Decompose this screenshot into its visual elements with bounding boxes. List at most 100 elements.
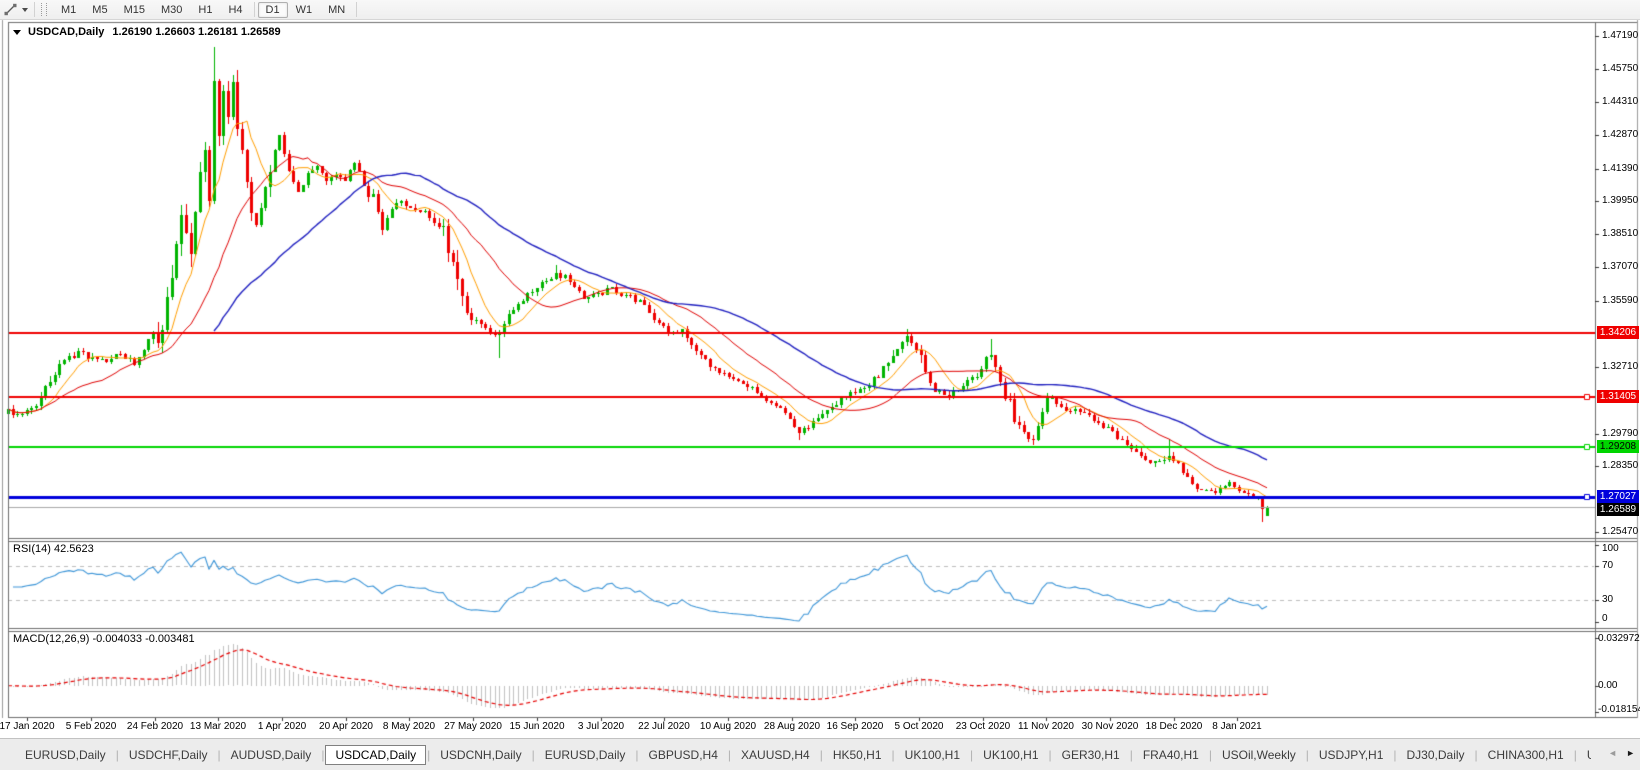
tab-separator: | xyxy=(1393,748,1396,762)
chart-tab[interactable]: HK50,H1 xyxy=(824,745,891,765)
price-axis-tick: 1.29790 xyxy=(1602,428,1638,439)
timeframe-button-m30[interactable]: M30 xyxy=(153,2,190,18)
macd-indicator-label: MACD(12,26,9) -0.004033 -0.003481 xyxy=(13,633,195,645)
tab-separator: | xyxy=(1049,748,1052,762)
macd-axis-tick: -0.018154 xyxy=(1598,704,1640,715)
date-axis-label: 22 Jul 2020 xyxy=(627,721,701,732)
price-axis-tick: 1.35590 xyxy=(1602,295,1638,306)
rsi-axis-tick: 70 xyxy=(1602,560,1613,571)
date-axis-label: 8 May 2020 xyxy=(372,721,446,732)
line-studies-icon xyxy=(3,2,18,17)
chart-symbol: USDCAD,Daily xyxy=(28,26,104,38)
price-axis-tick: 1.42870 xyxy=(1602,129,1638,140)
tab-separator: | xyxy=(892,748,895,762)
tab-separator: | xyxy=(820,748,823,762)
chart-title: USDCAD,Daily 1.26190 1.26603 1.26181 1.26… xyxy=(13,26,281,38)
tab-separator: | xyxy=(532,748,535,762)
tabs-scroll-right-button[interactable]: ► xyxy=(1626,748,1635,758)
timeframe-button-h1[interactable]: H1 xyxy=(190,2,220,18)
chart-tab[interactable]: UK100,H1 xyxy=(974,745,1047,765)
timeframe-button-d1[interactable]: D1 xyxy=(258,2,288,18)
title-caret-icon[interactable] xyxy=(13,30,21,35)
price-axis-tick: 1.37070 xyxy=(1602,261,1638,272)
hline-price-label: 1.34206 xyxy=(1597,326,1639,339)
chart-tab[interactable]: USDCNH,Daily xyxy=(431,745,530,765)
chart-tab[interactable]: EURUSD,Daily xyxy=(536,745,635,765)
timeframe-button-m15[interactable]: M15 xyxy=(116,2,153,18)
tab-separator: | xyxy=(321,748,324,762)
tab-scroll-buttons: ◄ ► xyxy=(1608,748,1635,758)
tab-separator: | xyxy=(1306,748,1309,762)
date-axis-label: 11 Nov 2020 xyxy=(1009,721,1083,732)
chart-ohlc-values: 1.26190 1.26603 1.26181 1.26589 xyxy=(112,26,280,38)
price-axis-tick: 1.45750 xyxy=(1602,63,1638,74)
chart-tab[interactable]: CHINA300,H1 xyxy=(1479,745,1573,765)
chart-tab-bar: EURUSD,Daily|USDCHF,Daily|AUDUSD,Daily|U… xyxy=(0,738,1640,770)
line-studies-tool[interactable] xyxy=(0,2,31,17)
price-axis-tick: 1.28350 xyxy=(1602,460,1638,471)
rsi-indicator-label: RSI(14) 42.5623 xyxy=(13,543,94,555)
tab-separator: | xyxy=(218,748,221,762)
chart-tab[interactable]: GER30,H1 xyxy=(1053,745,1129,765)
price-axis-tick: 1.41390 xyxy=(1602,163,1638,174)
rsi-axis-tick: 30 xyxy=(1602,594,1613,605)
date-axis-label: 30 Nov 2020 xyxy=(1073,721,1147,732)
chart-canvas[interactable] xyxy=(0,0,1640,770)
rsi-axis-tick: 0 xyxy=(1602,613,1608,624)
timeframe-button-mn[interactable]: MN xyxy=(320,2,353,18)
price-axis-tick: 1.38510 xyxy=(1602,228,1638,239)
date-axis-label: 16 Sep 2020 xyxy=(818,721,892,732)
macd-axis-tick: 0.00 xyxy=(1598,680,1617,691)
date-axis-label: 27 May 2020 xyxy=(436,721,510,732)
chart-tab[interactable]: FRA40,H1 xyxy=(1134,745,1208,765)
price-axis-tick: 1.44310 xyxy=(1602,96,1638,107)
chart-tab[interactable]: AUDUSD,Daily xyxy=(222,745,321,765)
tabs-scroll-left-button[interactable]: ◄ xyxy=(1608,748,1617,758)
timeframe-button-h4[interactable]: H4 xyxy=(220,2,250,18)
mt4-window: M1M5M15M30H1H4 D1W1MN USDCAD,Daily 1.26190… xyxy=(0,0,1640,770)
date-axis-label: 1 Apr 2020 xyxy=(245,721,319,732)
chart-tab[interactable]: DJ30,Daily xyxy=(1398,745,1474,765)
tab-separator: | xyxy=(116,748,119,762)
chart-tab[interactable]: EURUSD,Daily xyxy=(16,745,115,765)
toolbar-separator xyxy=(254,2,255,17)
hline-price-label: 1.27027 xyxy=(1597,490,1639,503)
caret-down-icon xyxy=(22,8,28,12)
date-axis-label: 13 Mar 2020 xyxy=(181,721,255,732)
toolbar-separator xyxy=(356,2,357,17)
tab-separator: | xyxy=(1475,748,1478,762)
current-price-label: 1.26589 xyxy=(1597,503,1639,516)
price-axis-tick: 1.39950 xyxy=(1602,195,1638,206)
toolbar-grip[interactable] xyxy=(41,3,47,16)
chart-tab[interactable]: USOil, xyxy=(1578,745,1591,765)
rsi-axis-tick: 100 xyxy=(1602,543,1619,554)
toolbar-separator xyxy=(34,2,35,17)
chart-tabs: EURUSD,Daily|USDCHF,Daily|AUDUSD,Daily|U… xyxy=(0,745,1591,765)
price-axis-tick: 1.47190 xyxy=(1602,30,1638,41)
timeframe-button-m1[interactable]: M1 xyxy=(53,2,84,18)
tab-separator: | xyxy=(728,748,731,762)
chart-tab[interactable]: USDJPY,H1 xyxy=(1310,745,1392,765)
tab-separator: | xyxy=(1574,748,1577,762)
tab-separator: | xyxy=(1130,748,1133,762)
chart-tab[interactable]: GBPUSD,H4 xyxy=(640,745,727,765)
chart-tab[interactable]: USDCAD,Daily xyxy=(325,745,426,765)
tab-separator: | xyxy=(427,748,430,762)
price-axis-tick: 1.32710 xyxy=(1602,361,1638,372)
hline-price-label: 1.31405 xyxy=(1597,390,1639,403)
tab-separator: | xyxy=(1209,748,1212,762)
chart-tab[interactable]: USDCHF,Daily xyxy=(120,745,217,765)
chart-tab[interactable]: UK100,H1 xyxy=(896,745,969,765)
date-axis-label: 10 Aug 2020 xyxy=(691,721,765,732)
tab-separator: | xyxy=(970,748,973,762)
date-axis-label: 15 Jun 2020 xyxy=(500,721,574,732)
date-axis-label: 5 Feb 2020 xyxy=(54,721,128,732)
hline-price-label: 1.29208 xyxy=(1597,440,1639,453)
timeframe-button-m5[interactable]: M5 xyxy=(84,2,115,18)
timeframe-toolbar: M1M5M15M30H1H4 D1W1MN xyxy=(53,2,360,18)
date-axis-label: 5 Oct 2020 xyxy=(882,721,956,732)
toolbar: M1M5M15M30H1H4 D1W1MN xyxy=(0,0,1640,20)
timeframe-button-w1[interactable]: W1 xyxy=(288,2,321,18)
chart-tab[interactable]: XAUUSD,H4 xyxy=(732,745,819,765)
chart-tab[interactable]: USOil,Weekly xyxy=(1213,745,1305,765)
